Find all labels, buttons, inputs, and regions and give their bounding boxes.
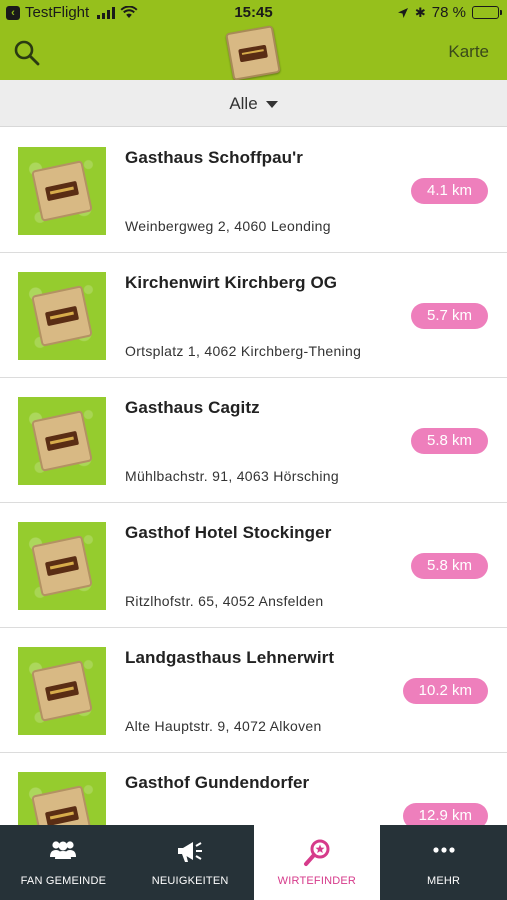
distance-badge: 5.8 km (410, 428, 488, 454)
tab-mehr[interactable]: MEHR (380, 825, 507, 900)
app-header: ‹ TestFlight 15:45 ✱ 78 % Karte (0, 0, 507, 81)
category-filter-dropdown[interactable]: Alle (0, 80, 507, 127)
restaurant-row[interactable]: Gasthaus Schoffpau'r 4.1 km Weinbergweg … (0, 128, 507, 253)
restaurant-name: Gasthaus Cagitz (125, 398, 260, 417)
restaurant-thumbnail (18, 397, 106, 485)
tab-bar: FAN GEMEINDE NEUIGKEITEN WIRTEFINDER MEH… (0, 825, 507, 900)
tab-label: FAN GEMEINDE (20, 875, 107, 887)
distance-badge: 10.2 km (402, 678, 488, 704)
more-dots-icon (433, 847, 455, 853)
restaurant-row[interactable]: Landgasthaus Lehnerwirt 10.2 km Alte Hau… (0, 628, 507, 753)
distance-badge: 4.1 km (410, 178, 488, 204)
restaurant-row[interactable]: Gasthof Gundendorfer 12.9 km (0, 753, 507, 825)
tab-fan-gemeinde[interactable]: FAN GEMEINDE (0, 825, 127, 900)
location-arrow-icon (397, 7, 408, 18)
filter-bar: Alle (0, 80, 507, 127)
bluetooth-icon: ✱ (414, 4, 426, 20)
magnifier-star-icon (303, 839, 330, 866)
tab-wirtefinder[interactable]: WIRTEFINDER (253, 825, 381, 900)
filter-label: Alle (229, 93, 258, 113)
caret-down-icon (265, 101, 278, 108)
tab-neuigkeiten[interactable]: NEUIGKEITEN (127, 825, 254, 900)
restaurant-name: Gasthof Hotel Stockinger (125, 523, 332, 542)
tab-label: MEHR (427, 875, 461, 887)
map-button[interactable]: Karte (448, 42, 489, 62)
tab-label: NEUIGKEITEN (151, 875, 229, 887)
status-bar: ‹ TestFlight 15:45 ✱ 78 % (0, 0, 507, 28)
restaurant-row[interactable]: Gasthof Hotel Stockinger 5.8 km Ritzlhof… (0, 503, 507, 628)
restaurant-list[interactable]: Gasthaus Schoffpau'r 4.1 km Weinbergweg … (0, 128, 507, 825)
tab-label: WIRTEFINDER (277, 875, 357, 887)
megaphone-icon (178, 842, 203, 862)
restaurant-thumbnail (18, 647, 106, 735)
restaurant-row[interactable]: Gasthaus Cagitz 5.8 km Mühlbachstr. 91, … (0, 378, 507, 503)
battery-icon (472, 6, 502, 19)
restaurant-name: Gasthaus Schoffpau'r (125, 148, 303, 167)
restaurant-name: Landgasthaus Lehnerwirt (125, 648, 335, 667)
restaurant-thumbnail (18, 272, 106, 360)
restaurant-name: Kirchenwirt Kirchberg OG (125, 273, 338, 292)
restaurant-address: Ritzlhofstr. 65, 4052 Ansfelden (125, 593, 324, 609)
restaurant-thumbnail (18, 522, 106, 610)
restaurant-thumbnail (18, 147, 106, 235)
distance-badge: 5.8 km (410, 553, 488, 579)
battery-percent: 78 % (431, 4, 466, 21)
app-logo (225, 25, 281, 81)
restaurant-address: Weinbergweg 2, 4060 Leonding (125, 218, 331, 234)
status-right: ✱ 78 % (397, 4, 502, 21)
restaurant-name: Gasthof Gundendorfer (125, 773, 310, 792)
distance-badge: 5.7 km (410, 303, 488, 329)
restaurant-address: Alte Hauptstr. 9, 4072 Alkoven (125, 718, 322, 734)
people-icon (50, 841, 77, 859)
restaurant-address: Ortsplatz 1, 4062 Kirchberg-Thening (125, 343, 362, 359)
search-icon[interactable] (12, 38, 42, 68)
restaurant-address: Mühlbachstr. 91, 4063 Hörsching (125, 468, 339, 484)
restaurant-row[interactable]: Kirchenwirt Kirchberg OG 5.7 km Ortsplat… (0, 253, 507, 378)
distance-badge: 12.9 km (402, 803, 488, 825)
restaurant-thumbnail (18, 772, 106, 825)
